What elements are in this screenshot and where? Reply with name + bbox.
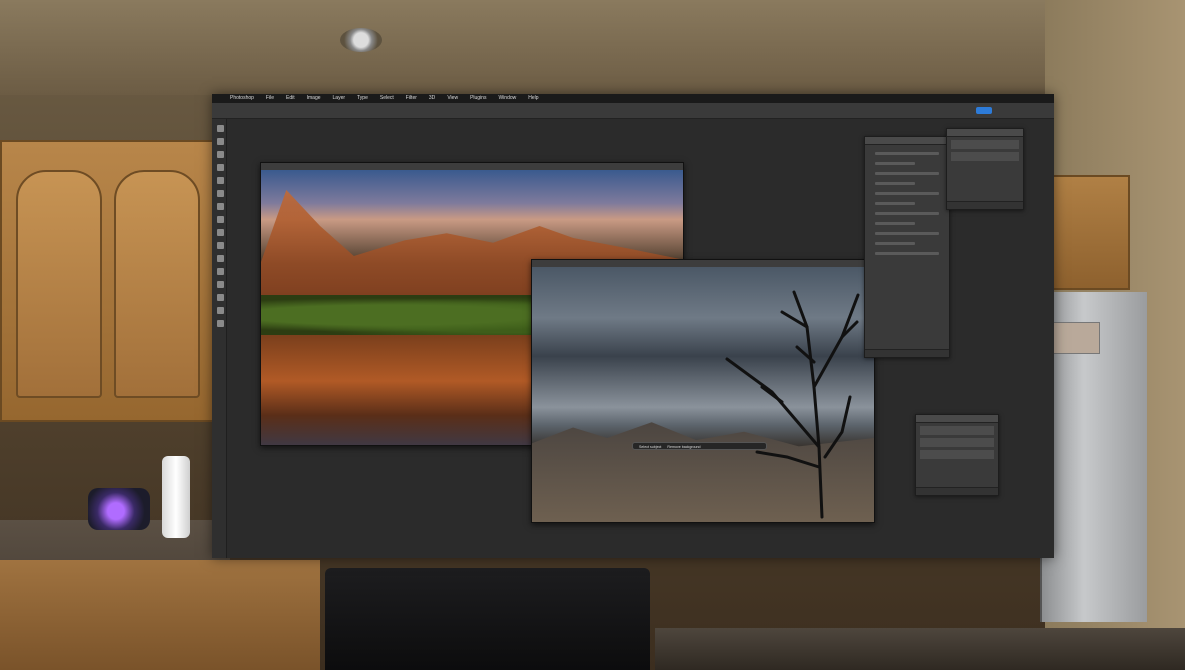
menu-item[interactable]: 3D <box>429 94 435 103</box>
healing-brush-tool-icon[interactable] <box>217 203 224 210</box>
left-cabinet <box>0 140 215 422</box>
property-row[interactable] <box>875 212 939 215</box>
ceiling-light-icon <box>340 28 382 52</box>
menu-item[interactable]: Plugins <box>470 94 486 103</box>
gradient-tool-icon[interactable] <box>217 255 224 262</box>
virtual-display: Photoshop File Edit Image Layer Type Sel… <box>212 94 1054 558</box>
property-row[interactable] <box>875 192 939 195</box>
menu-bar: Photoshop File Edit Image Layer Type Sel… <box>212 94 1054 103</box>
pen-tool-icon[interactable] <box>217 281 224 288</box>
property-row[interactable] <box>875 222 915 225</box>
property-row[interactable] <box>875 202 915 205</box>
right-countertop <box>655 628 1185 670</box>
panel-tab-bar[interactable] <box>865 137 949 145</box>
panel-tab-bar[interactable] <box>916 415 998 423</box>
document-tab-title[interactable] <box>532 260 874 267</box>
menu-item[interactable]: Type <box>357 94 368 103</box>
refrigerator <box>1040 292 1147 622</box>
property-row[interactable] <box>875 232 939 235</box>
cabinet-door-left <box>16 170 102 398</box>
menu-item[interactable]: Photoshop <box>230 94 254 103</box>
adjustments-panel <box>915 414 999 496</box>
clone-stamp-tool-icon[interactable] <box>217 229 224 236</box>
panel-footer <box>947 201 1023 209</box>
select-subject-button[interactable]: Select subject <box>639 443 661 449</box>
eraser-tool-icon[interactable] <box>217 242 224 249</box>
panel-footer <box>865 349 949 357</box>
menu-item[interactable]: Select <box>380 94 394 103</box>
panel-tab-bar[interactable] <box>947 129 1023 137</box>
contextual-task-bar: Select subject Remove background <box>632 442 767 450</box>
adjustment-row[interactable] <box>920 438 994 447</box>
property-row[interactable] <box>875 152 939 155</box>
property-row[interactable] <box>875 162 915 165</box>
menu-item[interactable]: Window <box>498 94 516 103</box>
crop-tool-icon[interactable] <box>217 177 224 184</box>
document-tab-title[interactable] <box>261 163 683 170</box>
remove-background-button[interactable]: Remove background <box>667 443 700 449</box>
menu-item[interactable]: Edit <box>286 94 295 103</box>
property-row[interactable] <box>875 252 939 255</box>
lower-drawers <box>0 560 320 670</box>
menu-item[interactable]: Help <box>528 94 538 103</box>
fridge-display <box>1050 322 1100 354</box>
adjustment-row[interactable] <box>920 426 994 435</box>
dodge-tool-icon[interactable] <box>217 268 224 275</box>
layer-row[interactable] <box>951 140 1019 149</box>
menu-item[interactable]: View <box>447 94 458 103</box>
panel-footer <box>916 487 998 495</box>
menu-item[interactable]: File <box>266 94 274 103</box>
move-tool-icon[interactable] <box>217 125 224 132</box>
laptop <box>325 568 650 670</box>
tools-panel <box>212 119 227 558</box>
share-button[interactable] <box>976 107 992 114</box>
zoom-tool-icon[interactable] <box>217 320 224 327</box>
brush-tool-icon[interactable] <box>217 216 224 223</box>
property-row[interactable] <box>875 172 939 175</box>
lasso-tool-icon[interactable] <box>217 151 224 158</box>
marquee-tool-icon[interactable] <box>217 138 224 145</box>
properties-panel <box>864 136 950 358</box>
hand-tool-icon[interactable] <box>217 307 224 314</box>
storm-tree-image: Select subject Remove background <box>532 267 874 522</box>
options-bar <box>212 103 1054 119</box>
bare-tree <box>725 290 860 519</box>
type-tool-icon[interactable] <box>217 294 224 301</box>
property-row[interactable] <box>875 182 915 185</box>
document-window-storm[interactable]: Select subject Remove background <box>531 259 875 523</box>
menu-item[interactable]: Layer <box>333 94 346 103</box>
object-select-tool-icon[interactable] <box>217 164 224 171</box>
menu-item[interactable]: Filter <box>406 94 417 103</box>
adjustment-row[interactable] <box>920 450 994 459</box>
layers-panel <box>946 128 1024 210</box>
paper-towel-roll <box>162 456 190 538</box>
cabinet-door-right <box>114 170 200 398</box>
layer-row[interactable] <box>951 152 1019 161</box>
menu-item[interactable]: Image <box>307 94 321 103</box>
ceiling <box>0 0 1185 95</box>
eyedropper-tool-icon[interactable] <box>217 190 224 197</box>
lamp-icon <box>88 488 150 530</box>
property-row[interactable] <box>875 242 915 245</box>
